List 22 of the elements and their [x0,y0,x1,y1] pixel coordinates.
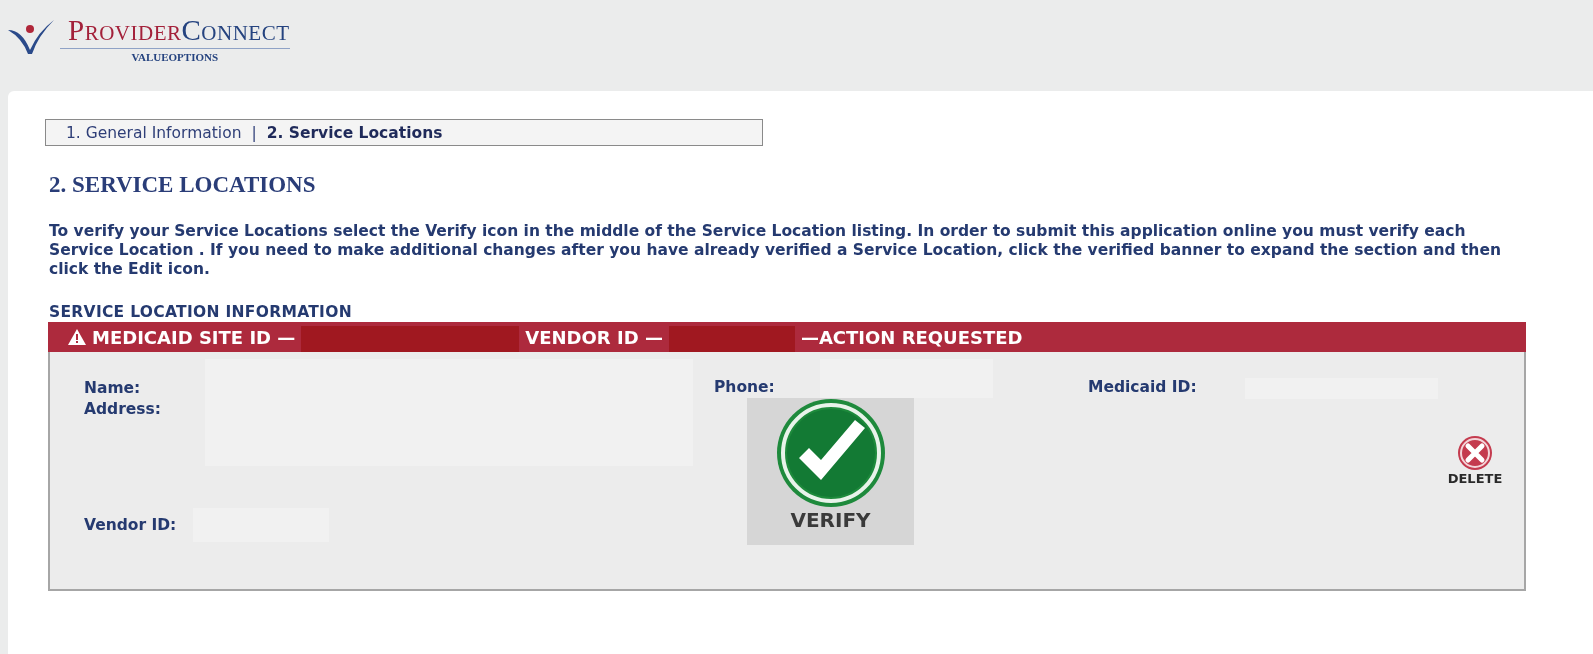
step-separator: | [251,123,257,142]
warning-icon [68,329,86,345]
close-icon [1457,435,1493,471]
verify-button[interactable]: VERIFY [747,398,914,545]
step-link[interactable]: 1. General Information [66,123,242,142]
section-label: SERVICE LOCATION INFORMATION [49,303,353,321]
step-link[interactable]: 2. Service Locations [266,123,443,142]
phone-label: Phone: [714,377,776,398]
vendor-id-label: VENDOR ID — [525,326,663,348]
medicaid-id-label: Medicaid ID: [1088,377,1198,398]
site-id-label: MEDICAID SITE ID — [92,326,296,348]
name-label: Name: [84,378,142,399]
logo-wordmark: PROVIDERCONNECT [60,14,290,49]
logo-icon [8,20,56,54]
address-label: Address: [84,399,162,420]
delete-button[interactable]: DELETE [1438,435,1512,486]
status-text: —ACTION REQUESTED [800,326,1023,348]
vendor-id-label: Vendor ID: [84,516,177,534]
logo-subtitle: VALUEOPTIONS [130,51,220,63]
location-banner[interactable]: MEDICAID SITE ID — VENDOR ID — —ACTION REQUESTED [48,322,1526,352]
page-heading: 2. SERVICE LOCATIONS [49,172,317,198]
instructions-text: To verify your Service Locations select the Verify icon in the middle of the Service Location listing. In order to submit this application online you must verify each Service Location . If you need to make additional changes after you have already verified a Service Location, click the verified banner to expand the section and then click the Edit icon. [49,222,1502,279]
